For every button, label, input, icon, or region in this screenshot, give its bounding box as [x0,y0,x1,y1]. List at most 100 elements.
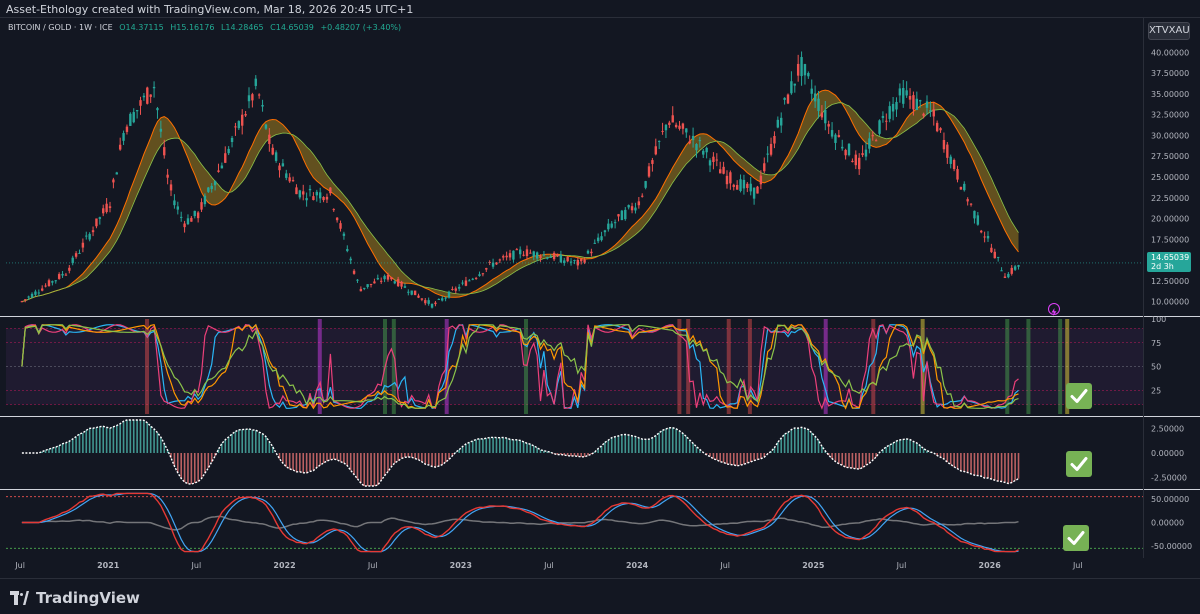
time-axis-label: 2022 [273,561,295,570]
candle [539,256,542,258]
candle [508,253,512,258]
candle [641,195,644,197]
momentum-bar [478,438,481,453]
momentum-bar [370,453,372,487]
candle [783,97,786,100]
signal-bar [726,319,731,414]
candle [759,175,763,185]
candle [61,273,64,276]
candle [535,252,539,259]
candle [417,295,420,298]
candle [288,177,291,182]
momentum-bar [966,453,969,473]
momentum-bar [417,453,420,460]
signal-bar [317,319,322,414]
candle [1007,273,1010,278]
momentum-bar [502,437,505,453]
candle [163,147,166,156]
candle [251,94,254,101]
momentum-bar [329,453,332,460]
momentum-bar [736,453,738,466]
time-axis-label: Jul [14,561,25,570]
momentum-bar [648,439,650,453]
check-icon [1066,451,1092,477]
momentum-bar [1004,453,1006,483]
price-axis-label: 12.50000 [1151,277,1189,286]
candle [996,256,1000,258]
momentum-bar [482,438,484,453]
time-axis-label: Jul [1072,561,1083,570]
candle [68,267,71,271]
momentum-bar [997,453,999,482]
momentum-bar [288,453,291,469]
candle [407,291,410,293]
candle [122,133,125,141]
momentum-bar [319,453,321,466]
momentum-bar [488,437,491,453]
momentum-bar [990,453,993,480]
momentum-bar [624,434,627,453]
candle [254,78,257,86]
candle [386,274,390,280]
candle [244,114,247,116]
candle [98,217,102,219]
oscillator2-axis-label: 0.00000 [1151,519,1184,528]
candle [179,216,183,218]
candle [780,117,783,126]
candle [929,110,932,112]
candle [617,214,620,217]
candle [308,188,312,191]
candle [217,170,220,172]
momentum-bar [529,444,532,453]
candle [512,250,515,260]
candle [668,122,671,125]
legend-open: O14.37115 [119,23,164,32]
candle [715,159,719,161]
momentum-bar [244,429,247,453]
candle [183,223,186,228]
candle [752,187,756,199]
bar-countdown: 2d 3h [1151,262,1174,271]
momentum-bar [102,426,105,453]
candle [502,256,505,258]
candle [193,210,196,217]
candle [420,298,424,300]
chart-canvas[interactable]: 40.00000 37.50000 35.00000 32.50000 30.00000… [0,18,1200,578]
candle [817,98,820,111]
momentum-bar [78,433,81,453]
momentum-bar [726,453,728,465]
candle [603,230,607,233]
candle [729,172,732,184]
attribution-bar: Asset-Ethology created with TradingView.… [0,0,1200,18]
lightning-icon[interactable] [1048,303,1060,316]
momentum-bar [414,453,416,459]
candle [688,141,691,144]
momentum-bar [122,421,125,453]
momentum-bar [610,437,613,453]
candle [702,150,705,155]
momentum-bar [424,453,427,465]
momentum-bar [810,432,813,453]
momentum-bar [634,436,637,453]
candle [457,286,461,289]
candle [376,278,380,280]
tradingview-brand[interactable]: TradingView [10,588,140,608]
candle [586,250,590,254]
candle [57,274,61,279]
candle [654,146,657,155]
candle [485,268,488,270]
candle [291,180,295,182]
candle [959,186,963,190]
momentum-bar [865,453,867,466]
legend-symbol[interactable]: BITCOIN / GOLD · 1W · ICE [8,23,113,32]
candle [115,172,118,175]
candle [847,143,851,156]
candle [922,113,925,116]
candle [803,64,807,76]
momentum-bar [983,453,986,479]
candle [905,90,908,96]
momentum-bar [675,428,677,453]
symbol-button[interactable]: XTVXAU [1148,22,1190,40]
candle [352,270,356,274]
momentum-bar [193,453,196,483]
